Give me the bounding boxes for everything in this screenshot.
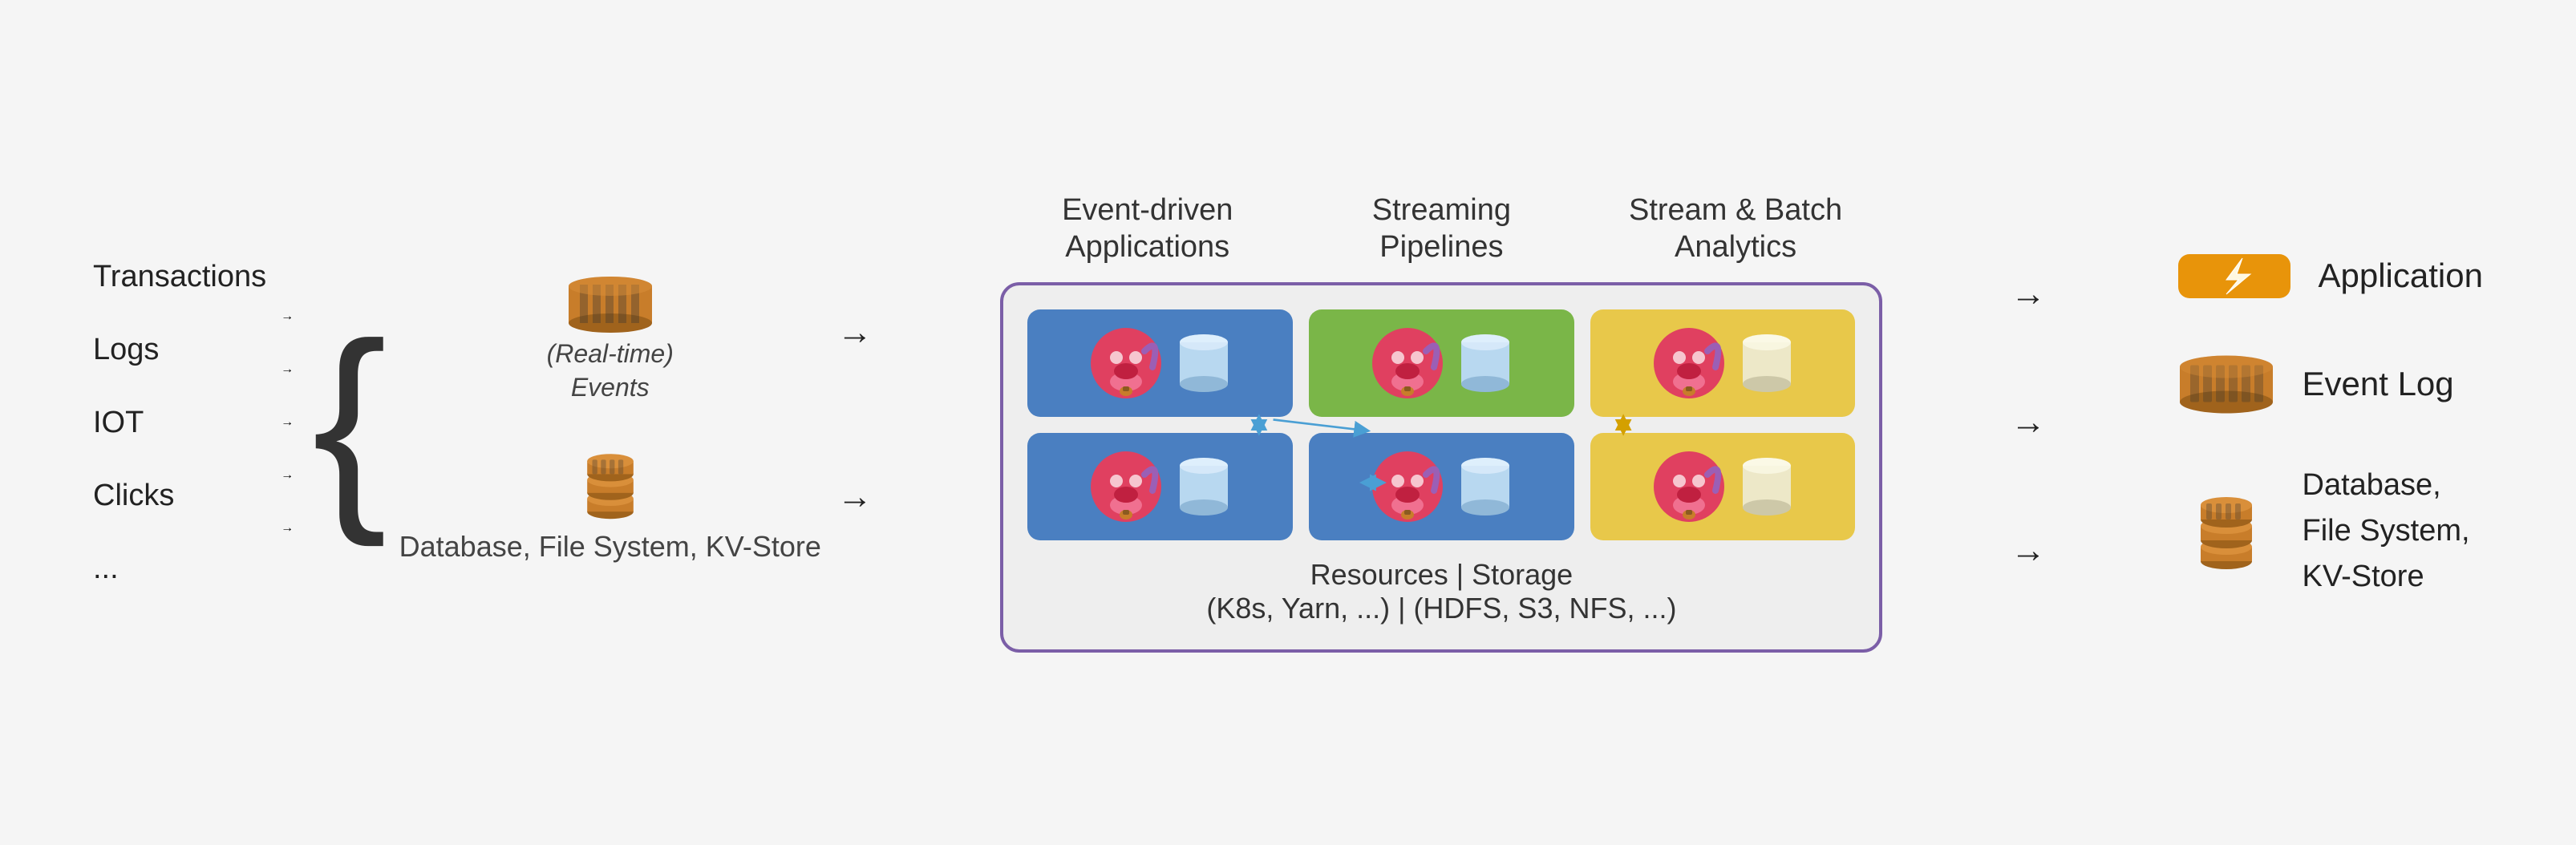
main-diagram: Transactions Logs IOT Clicks ... → → → →… <box>45 42 2531 803</box>
left-db-label: Database, File System, KV-Store <box>399 525 821 568</box>
input-logs: Logs <box>93 333 266 367</box>
main-box-container: Event-drivenApplications StreamingPipeli… <box>1000 192 1882 652</box>
col-header-2: StreamingPipelines <box>1313 192 1569 265</box>
col-header-1: Event-drivenApplications <box>1019 192 1276 265</box>
out-arrow-1: → <box>2011 274 2046 314</box>
right-db-label: Database,File System,KV-Store <box>2303 463 2470 600</box>
eventlog-icon <box>2174 354 2278 414</box>
events-item: (Real-time)Events <box>547 277 674 404</box>
cell-r2c3 <box>1590 433 1856 540</box>
out-arrow-2: → <box>2011 402 2046 443</box>
column-headers: Event-drivenApplications StreamingPipeli… <box>1000 192 1882 265</box>
out-arrow-3: → <box>2011 531 2046 571</box>
application-icon <box>2174 246 2295 306</box>
left-brace: { <box>312 344 387 501</box>
input-transactions: Transactions <box>93 260 266 294</box>
cell-r2c2 <box>1309 433 1574 540</box>
arrow-etc: → <box>281 521 294 536</box>
output-arrows: → → → <box>2011 274 2046 571</box>
flink-squirrel-r1c2 <box>1370 327 1446 399</box>
flink-squirrel-r2c2 <box>1370 451 1446 523</box>
input-arrows: → → → → → <box>281 309 294 536</box>
events-col: (Real-time)Events <box>399 277 821 568</box>
cylinder-r2c2 <box>1457 455 1513 519</box>
cell-r1c1 <box>1027 309 1293 417</box>
left-section: Transactions Logs IOT Clicks ... → → → →… <box>93 260 889 586</box>
cylinder-r1c2 <box>1457 331 1513 395</box>
db-stack-icon <box>566 448 654 520</box>
right-outputs: Application Event Log <box>2174 246 2483 600</box>
main-box: Resources | Storage(K8s, Yarn, ...) | (H… <box>1000 282 1882 653</box>
arrow-transactions: → <box>281 309 294 324</box>
input-etc: ... <box>93 552 266 586</box>
cell-r1c2 <box>1309 309 1574 417</box>
cell-grid <box>1027 309 1855 540</box>
grid-wrapper <box>1027 309 1855 540</box>
app-label: Application <box>2319 257 2483 295</box>
cylinder-r2c1 <box>1176 455 1232 519</box>
input-labels: Transactions Logs IOT Clicks ... <box>93 260 266 586</box>
arrow-to-mainbox-1: → <box>837 313 873 353</box>
cylinder-r2c3 <box>1739 455 1795 519</box>
flink-squirrel-r2c3 <box>1651 451 1727 523</box>
output-app-row: Application <box>2174 246 2483 306</box>
flink-squirrel-r1c3 <box>1651 327 1727 399</box>
eventlog-label: Event Log <box>2303 365 2454 403</box>
mid-arrows: → → <box>837 313 873 517</box>
input-clicks: Clicks <box>93 479 266 513</box>
resources-label: Resources | Storage(K8s, Yarn, ...) | (H… <box>1027 558 1855 625</box>
kafka-icon <box>562 277 658 333</box>
flink-squirrel-r1c1 <box>1088 327 1164 399</box>
cell-r2c1 <box>1027 433 1293 540</box>
cylinder-r1c1 <box>1176 331 1232 395</box>
col-header-3: Stream & BatchAnalytics <box>1607 192 1864 265</box>
arrow-to-mainbox-2: → <box>837 477 873 517</box>
cell-r1c3 <box>1590 309 1856 417</box>
output-eventlog-row: Event Log <box>2174 354 2454 414</box>
arrow-iot: → <box>281 415 294 430</box>
input-iot: IOT <box>93 406 266 440</box>
db-item: Database, File System, KV-Store <box>399 448 821 568</box>
right-db-icon <box>2174 491 2278 571</box>
flink-squirrel-r2c1 <box>1088 451 1164 523</box>
cylinder-r1c3 <box>1739 331 1795 395</box>
arrow-clicks: → <box>281 468 294 483</box>
events-label: (Real-time)Events <box>547 338 674 404</box>
arrow-logs: → <box>281 362 294 377</box>
output-db-row: Database,File System,KV-Store <box>2174 463 2470 600</box>
